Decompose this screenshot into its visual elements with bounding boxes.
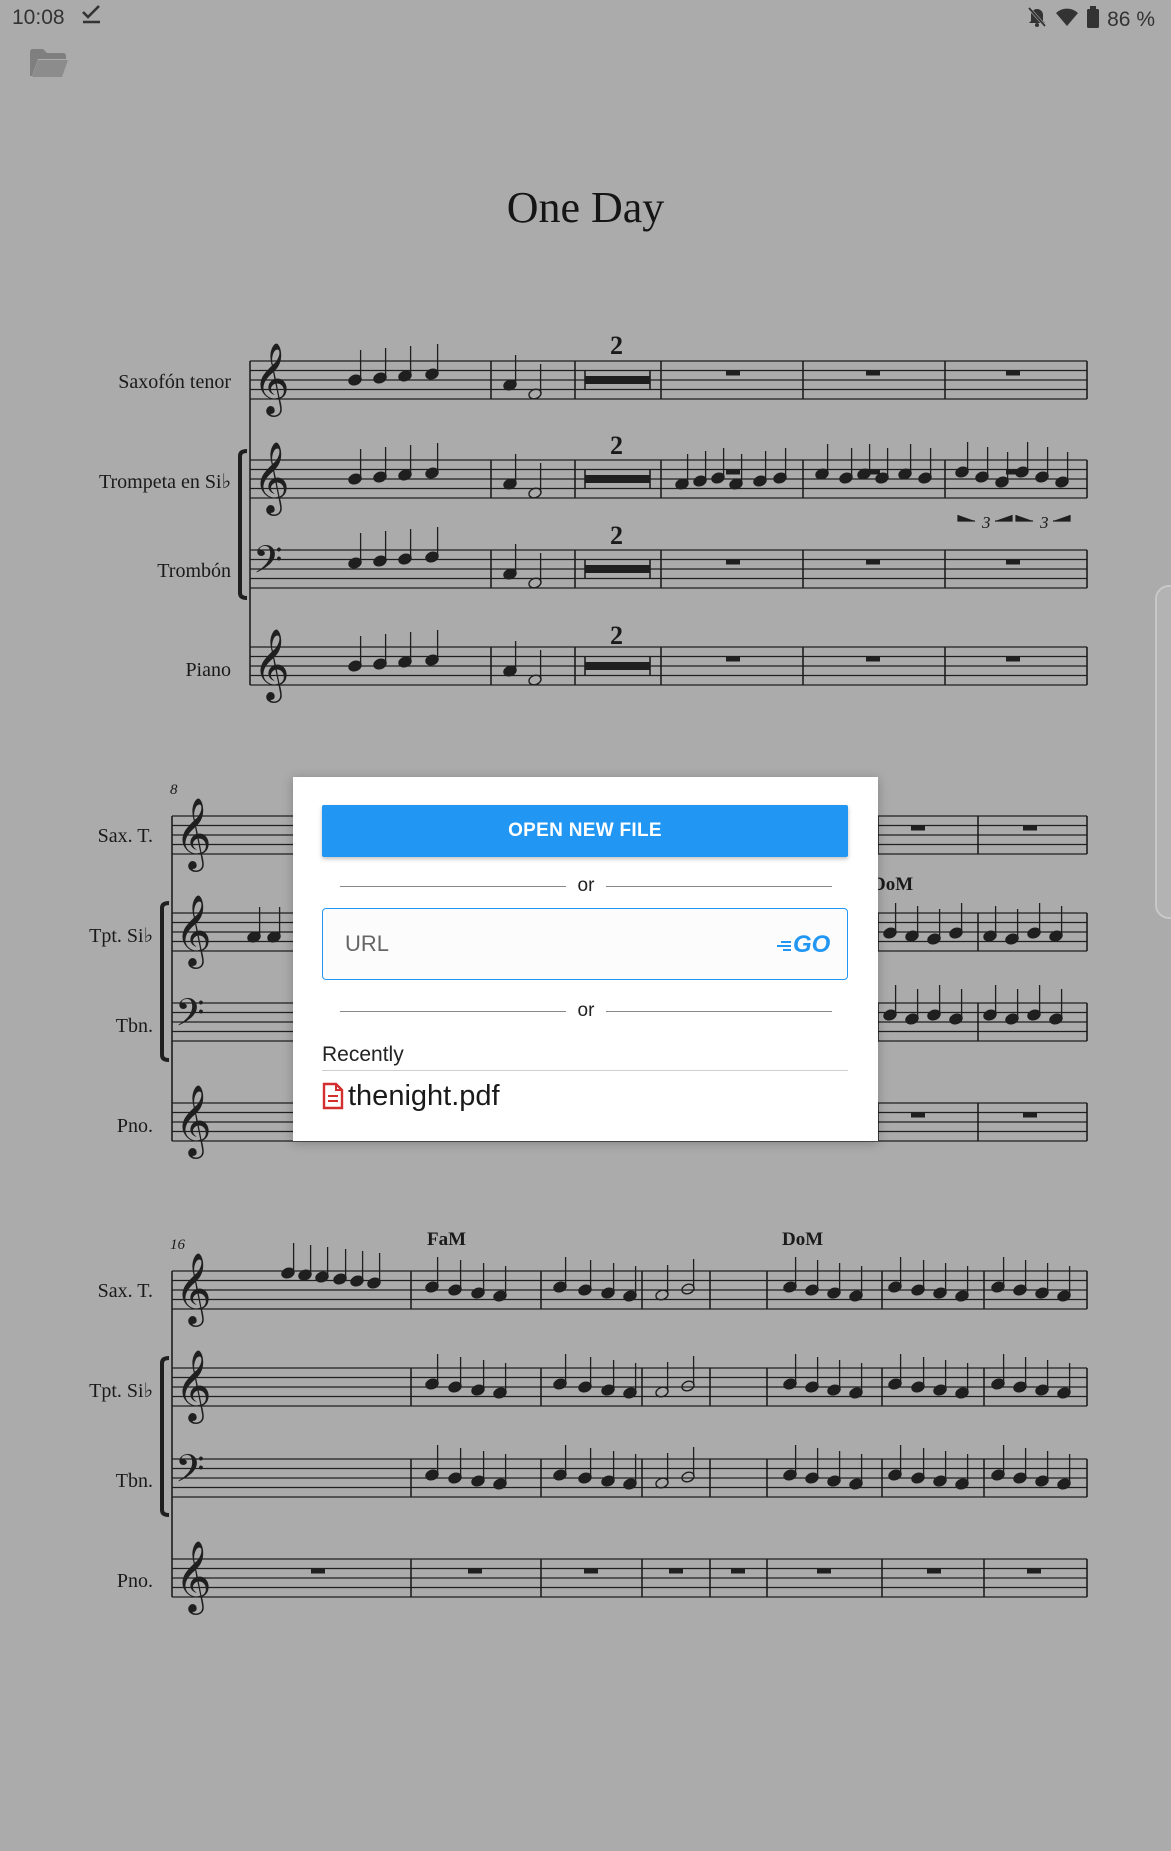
go-button[interactable]: GO — [777, 931, 835, 959]
open-file-dialog: OPEN NEW FILE or GO or Recently — [293, 777, 878, 1141]
treble-clef: 𝄞 — [175, 1251, 212, 1327]
rest — [1006, 656, 1020, 662]
url-field: GO — [322, 908, 848, 980]
rest — [866, 656, 880, 662]
open-new-file-button[interactable]: OPEN NEW FILE — [322, 805, 848, 857]
system-bracket — [160, 1356, 170, 1517]
recent-divider — [322, 1070, 848, 1071]
treble-clef: 𝄞 — [175, 893, 212, 969]
rest — [726, 370, 740, 376]
rest — [866, 559, 880, 565]
recent-file-name: thenight.pdf — [348, 1079, 500, 1112]
app-screen: 10:08 86 % One Day Saxofón tenor Trompet… — [0, 0, 1171, 1851]
edge-panel-handle[interactable] — [1155, 585, 1171, 919]
treble-clef: 𝄞 — [175, 1348, 212, 1424]
bass-clef: 𝄢 — [175, 990, 205, 1044]
treble-clef: 𝄞 — [253, 627, 290, 703]
rest — [1027, 1568, 1041, 1574]
or-divider: or — [340, 1000, 832, 1024]
bass-clef: 𝄢 — [175, 1446, 205, 1500]
recent-file-item[interactable]: thenight.pdf — [322, 1076, 500, 1116]
rest — [726, 656, 740, 662]
rest — [911, 825, 925, 831]
rest — [584, 1568, 598, 1574]
rest — [927, 1568, 941, 1574]
bass-clef: 𝄢 — [253, 537, 283, 591]
multirest-bar — [585, 565, 650, 573]
rest — [1006, 370, 1020, 376]
treble-clef: 𝄞 — [175, 796, 212, 872]
divider-line — [606, 886, 832, 887]
rest — [311, 1568, 325, 1574]
multirest-bar — [585, 475, 650, 483]
system-bracket — [238, 449, 248, 600]
rest — [468, 1568, 482, 1574]
treble-clef: 𝄞 — [253, 440, 290, 516]
multirest-bar — [585, 376, 650, 384]
or-divider: or — [340, 875, 832, 899]
rest — [1023, 825, 1037, 831]
treble-clef: 𝄞 — [175, 1083, 212, 1159]
rest — [866, 370, 880, 376]
rest — [911, 1112, 925, 1118]
rest — [817, 1568, 831, 1574]
rest — [1023, 1112, 1037, 1118]
rest — [726, 469, 740, 475]
speed-lines-icon — [777, 939, 791, 951]
go-label: GO — [793, 931, 831, 958]
rest — [669, 1568, 683, 1574]
rest — [1006, 559, 1020, 565]
divider-line — [606, 1011, 832, 1012]
treble-clef: 𝄞 — [175, 1539, 212, 1615]
system-bracket — [160, 901, 170, 1062]
rest — [731, 1568, 745, 1574]
recently-heading: Recently — [322, 1043, 404, 1066]
treble-clef: 𝄞 — [253, 341, 290, 417]
triplet-bracket — [957, 515, 1071, 522]
rest — [726, 559, 740, 565]
url-input[interactable] — [343, 923, 767, 965]
pdf-file-icon — [322, 1082, 344, 1110]
multirest-bar — [585, 662, 650, 670]
